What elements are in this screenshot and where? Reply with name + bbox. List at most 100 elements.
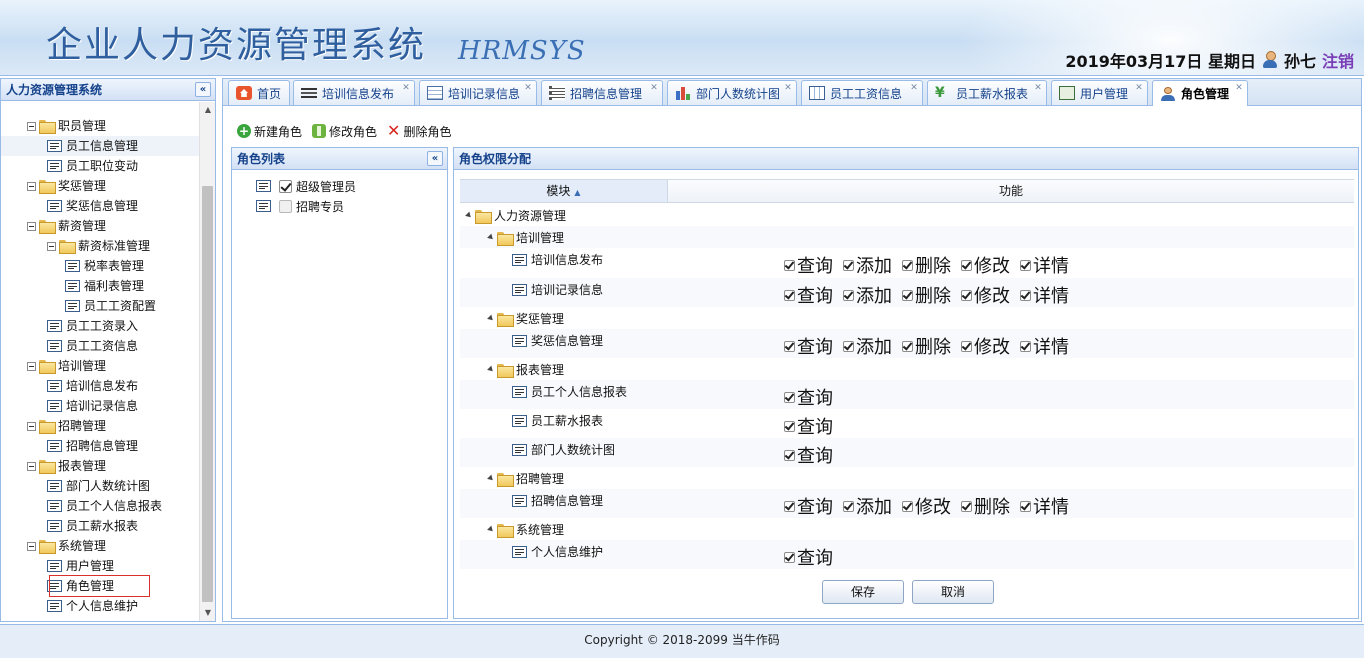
function-checkbox[interactable] [902,500,913,512]
function-checkbox[interactable] [843,289,854,301]
nav-item[interactable]: 员工工资配置 [1,296,199,316]
nav-folder[interactable]: 系统管理 [1,536,199,556]
save-button[interactable]: 保存 [822,580,904,604]
function-checkbox[interactable] [902,289,913,301]
close-icon[interactable]: ✕ [523,83,533,93]
function-checkbox[interactable] [902,340,913,352]
nav-item[interactable]: 培训信息发布 [1,376,199,396]
nav-item[interactable]: 招聘信息管理 [1,436,199,456]
collapse-toggle-icon[interactable] [27,221,36,231]
function-checkbox-查询[interactable]: 查询 [784,442,833,468]
function-checkbox[interactable] [784,420,795,432]
function-checkbox[interactable] [1020,289,1031,301]
function-checkbox-修改[interactable]: 修改 [902,493,951,519]
collapse-role-list-button[interactable]: « [427,151,443,166]
function-checkbox-详情[interactable]: 详情 [1020,493,1069,519]
nav-folder[interactable]: 报表管理 [1,456,199,476]
expand-arrow-icon[interactable] [487,474,495,483]
function-checkbox-详情[interactable]: 详情 [1020,282,1069,308]
function-checkbox-查询[interactable]: 查询 [784,493,833,519]
function-checkbox-详情[interactable]: 详情 [1020,252,1069,278]
function-checkbox[interactable] [843,340,854,352]
role-item[interactable]: 超级管理员 [256,176,356,196]
collapse-toggle-icon[interactable] [27,361,36,371]
function-checkbox-删除[interactable]: 删除 [902,282,951,308]
function-checkbox[interactable] [784,551,795,563]
function-checkbox[interactable] [784,259,795,271]
function-checkbox[interactable] [843,259,854,271]
expand-arrow-icon[interactable] [487,525,495,534]
function-checkbox-删除[interactable]: 删除 [961,493,1010,519]
nav-item[interactable]: 奖惩信息管理 [1,196,199,216]
column-function[interactable]: 功能 [668,180,1354,202]
function-checkbox-查询[interactable]: 查询 [784,544,833,570]
tab-4[interactable]: 招聘信息管理 ✕ [541,80,663,105]
collapse-toggle-icon[interactable] [27,121,36,131]
close-icon[interactable]: ✕ [783,83,793,93]
role-checkbox[interactable] [279,199,292,213]
function-checkbox-添加[interactable]: 添加 [843,333,892,359]
nav-item[interactable]: 员工工资信息 [1,336,199,356]
nav-item[interactable]: 培训记录信息 [1,396,199,416]
close-icon[interactable]: ✕ [649,83,659,93]
function-checkbox[interactable] [843,500,854,512]
nav-folder[interactable]: 招聘管理 [1,416,199,436]
nav-item[interactable]: 员工信息管理 [1,136,199,156]
expand-arrow-icon[interactable] [487,314,495,323]
function-checkbox-添加[interactable]: 添加 [843,493,892,519]
tab-1[interactable]: 首页 [228,80,290,105]
nav-item[interactable]: 用户管理 [1,556,199,576]
column-module[interactable]: 模块 ▲ [460,180,668,202]
new-role-button[interactable]: + 新建角色 [237,123,302,140]
delete-role-button[interactable]: ✕ 删除角色 [387,123,451,140]
function-checkbox[interactable] [784,500,795,512]
expand-arrow-icon[interactable] [465,211,473,220]
function-checkbox[interactable] [902,259,913,271]
nav-item[interactable]: 员工薪水报表 [1,516,199,536]
scroll-thumb[interactable] [202,186,213,602]
function-checkbox[interactable] [1020,500,1031,512]
nav-folder[interactable]: 薪资管理 [1,216,199,236]
function-checkbox-查询[interactable]: 查询 [784,252,833,278]
function-checkbox[interactable] [784,391,795,403]
function-checkbox-添加[interactable]: 添加 [843,252,892,278]
collapse-toggle-icon[interactable] [27,461,36,471]
function-checkbox[interactable] [961,289,972,301]
close-icon[interactable]: ✕ [1033,83,1043,93]
function-checkbox-修改[interactable]: 修改 [961,252,1010,278]
function-checkbox[interactable] [961,340,972,352]
nav-item[interactable]: 福利表管理 [1,276,199,296]
role-checkbox[interactable] [279,179,292,193]
close-icon[interactable]: ✕ [1234,83,1244,93]
function-checkbox[interactable] [784,289,795,301]
function-checkbox-查询[interactable]: 查询 [784,413,833,439]
tab-2[interactable]: 培训信息发布 ✕ [293,80,415,105]
logout-link[interactable]: 注销 [1322,48,1354,72]
nav-item[interactable]: 税率表管理 [1,256,199,276]
scroll-up-icon[interactable]: ▲ [200,102,216,118]
tab-8[interactable]: 用户管理 ✕ [1051,80,1148,105]
nav-scrollbar[interactable]: ▲ ▼ [199,102,215,621]
function-checkbox-修改[interactable]: 修改 [961,282,1010,308]
function-checkbox-查询[interactable]: 查询 [784,333,833,359]
nav-folder[interactable]: 职员管理 [1,116,199,136]
function-checkbox[interactable] [784,340,795,352]
nav-item[interactable]: 部门人数统计图 [1,476,199,496]
function-checkbox-添加[interactable]: 添加 [843,282,892,308]
nav-item[interactable]: 员工工资录入 [1,316,199,336]
tab-3[interactable]: 培训记录信息 ✕ [419,80,537,105]
expand-arrow-icon[interactable] [487,365,495,374]
function-checkbox-修改[interactable]: 修改 [961,333,1010,359]
close-icon[interactable]: ✕ [1134,83,1144,93]
close-icon[interactable]: ✕ [401,83,411,93]
function-checkbox[interactable] [1020,259,1031,271]
nav-folder[interactable]: 薪资标准管理 [1,236,199,256]
function-checkbox-删除[interactable]: 删除 [902,333,951,359]
function-checkbox-查询[interactable]: 查询 [784,384,833,410]
collapse-toggle-icon[interactable] [27,421,36,431]
function-checkbox[interactable] [784,449,795,461]
nav-item[interactable]: 个人信息维护 [1,596,199,616]
collapse-toggle-icon[interactable] [27,181,36,191]
nav-item[interactable]: 员工职位变动 [1,156,199,176]
collapse-toggle-icon[interactable] [27,541,36,551]
